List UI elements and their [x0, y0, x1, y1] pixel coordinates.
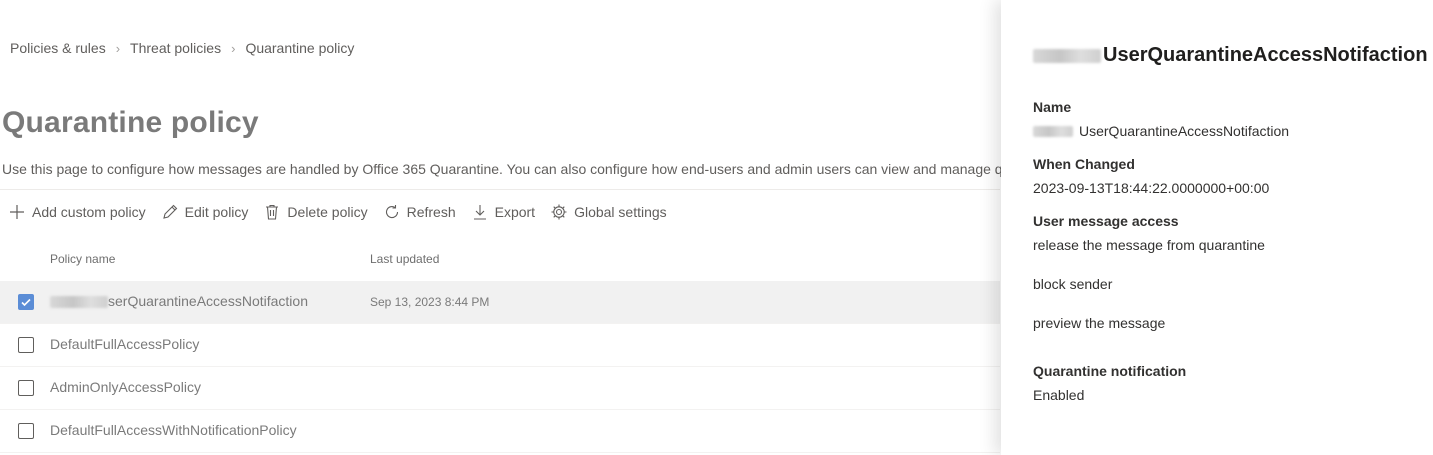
policy-name-cell[interactable]: DefaultFullAccessPolicy: [50, 336, 199, 352]
policy-name-cell[interactable]: DefaultFullAccessWithNotificationPolicy: [50, 422, 297, 438]
redacted-text: [50, 296, 108, 309]
access-item: preview the message: [1033, 315, 1166, 331]
breadcrumb-threat-policies[interactable]: Threat policies: [130, 40, 221, 56]
details-flyout-panel: UserQuarantineAccessNotifaction Name Use…: [1001, 0, 1433, 455]
column-header-policy-name[interactable]: Policy name: [50, 252, 115, 266]
add-custom-policy-button[interactable]: Add custom policy: [8, 203, 146, 221]
refresh-button[interactable]: Refresh: [383, 203, 456, 221]
refresh-label: Refresh: [406, 204, 456, 220]
policy-name-cell[interactable]: AdminOnlyAccessPolicy: [50, 379, 201, 395]
table-row[interactable]: AdminOnlyAccessPolicy: [0, 367, 1000, 410]
access-item: block sender: [1033, 276, 1113, 292]
name-label: Name: [1033, 99, 1072, 115]
page-description: Use this page to configure how messages …: [2, 161, 1002, 177]
add-custom-policy-label: Add custom policy: [32, 204, 146, 220]
page-title: Quarantine policy: [2, 106, 259, 139]
delete-policy-button[interactable]: Delete policy: [263, 203, 368, 221]
last-updated-cell: Sep 13, 2023 8:44 PM: [370, 295, 490, 309]
table-row[interactable]: serQuarantineAccessNotifaction Sep 13, 2…: [0, 281, 1000, 324]
pencil-icon: [162, 204, 177, 219]
export-label: Export: [494, 204, 536, 220]
redacted-text: [1033, 48, 1101, 63]
checkmark-icon: [21, 298, 31, 307]
flyout-title: UserQuarantineAccessNotifaction: [1033, 44, 1428, 67]
delete-policy-label: Delete policy: [287, 204, 368, 220]
flyout-title-text: UserQuarantineAccessNotifaction: [1103, 44, 1428, 66]
divider: [0, 189, 1000, 190]
trash-icon: [266, 204, 279, 220]
access-item: release the message from quarantine: [1033, 237, 1265, 253]
chevron-right-icon: ›: [231, 40, 236, 56]
refresh-icon: [385, 205, 398, 219]
breadcrumb-policies-rules[interactable]: Policies & rules: [10, 40, 106, 56]
policy-name-text: serQuarantineAccessNotifaction: [108, 293, 308, 309]
export-button[interactable]: Export: [471, 203, 535, 221]
edit-policy-button[interactable]: Edit policy: [161, 203, 249, 221]
row-checkbox[interactable]: [18, 380, 34, 396]
plus-icon: [10, 205, 24, 219]
download-icon: [473, 205, 486, 220]
redacted-text: [1033, 125, 1073, 137]
table-row[interactable]: DefaultFullAccessWithNotificationPolicy: [0, 410, 1000, 453]
quarantine-notification-label: Quarantine notification: [1033, 363, 1187, 379]
toolbar: Add custom policy Edit policy Delete pol…: [8, 201, 682, 223]
user-message-access-label: User message access: [1033, 213, 1179, 229]
policy-name-cell[interactable]: serQuarantineAccessNotifaction: [50, 293, 308, 309]
row-checkbox[interactable]: [18, 337, 34, 353]
edit-policy-label: Edit policy: [184, 204, 249, 220]
name-value: UserQuarantineAccessNotifaction: [1033, 123, 1289, 139]
row-checkbox[interactable]: [18, 294, 34, 310]
breadcrumb: Policies & rules › Threat policies › Qua…: [10, 40, 354, 56]
chevron-right-icon: ›: [115, 40, 121, 56]
gear-icon: [551, 204, 567, 220]
breadcrumb-quarantine-policy: Quarantine policy: [245, 40, 355, 56]
column-header-last-updated[interactable]: Last updated: [370, 252, 439, 266]
when-changed-label: When Changed: [1033, 156, 1135, 172]
name-value-text: UserQuarantineAccessNotifaction: [1079, 123, 1290, 139]
row-checkbox[interactable]: [18, 423, 34, 439]
when-changed-value: 2023-09-13T18:44:22.0000000+00:00: [1033, 180, 1270, 196]
global-settings-label: Global settings: [574, 204, 667, 220]
quarantine-notification-value: Enabled: [1033, 387, 1085, 403]
global-settings-button[interactable]: Global settings: [550, 203, 667, 221]
table-row[interactable]: DefaultFullAccessPolicy: [0, 324, 1000, 367]
